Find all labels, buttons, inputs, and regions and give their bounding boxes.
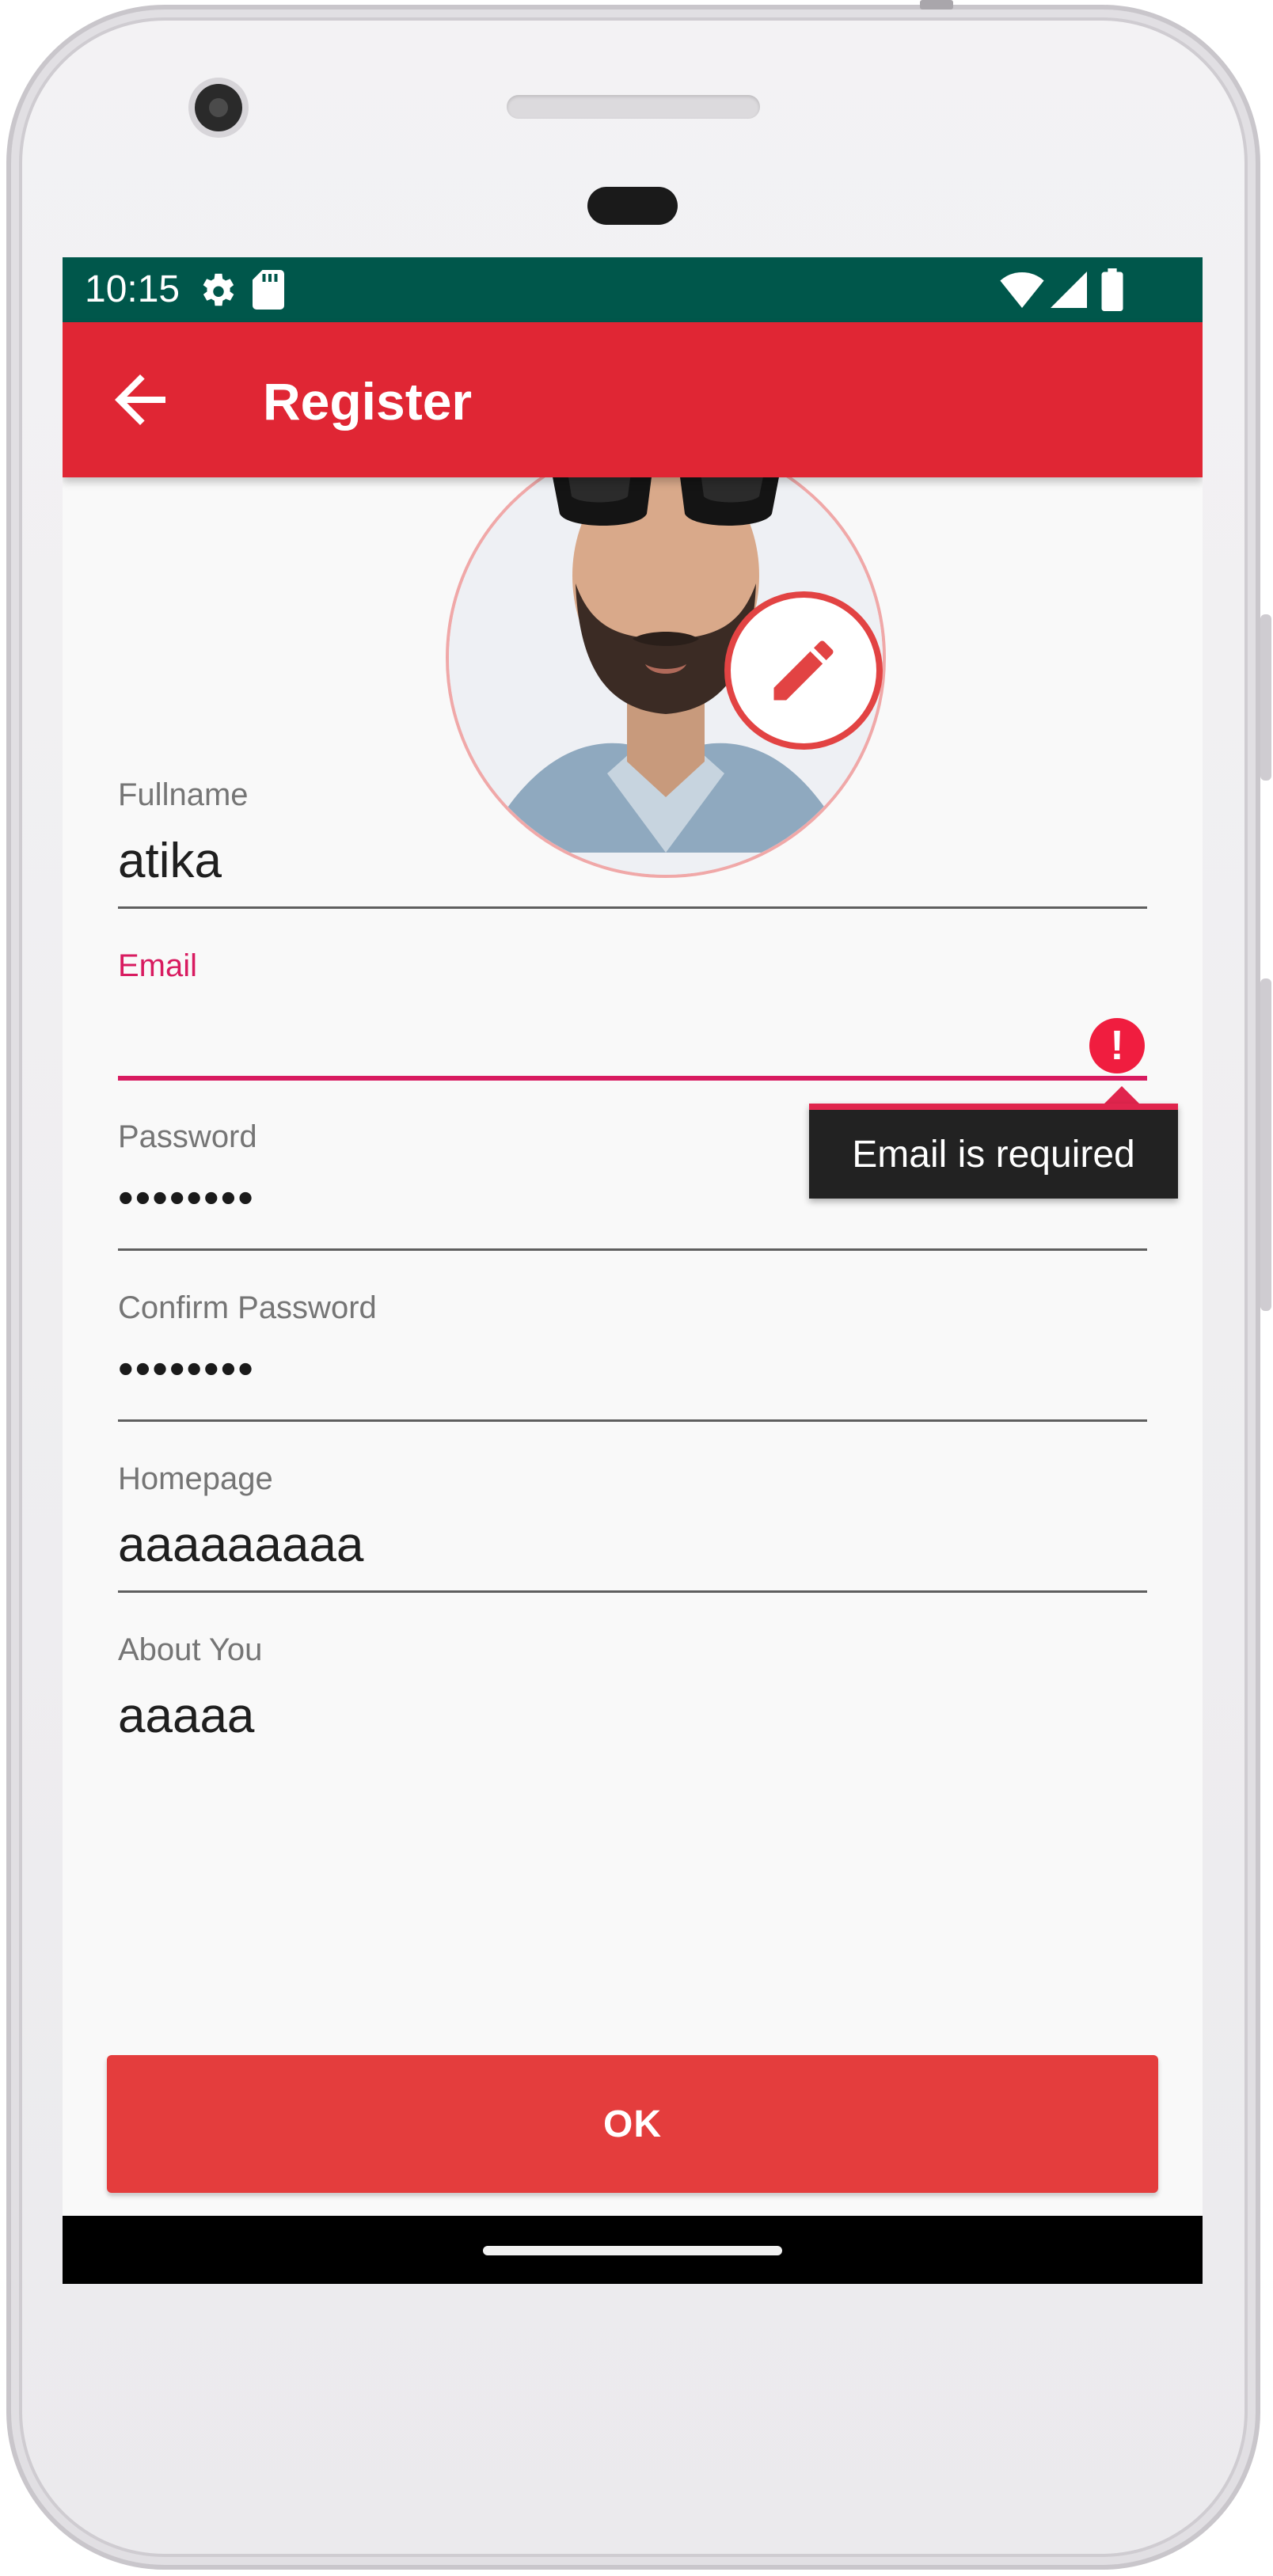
confirm-password-label: Confirm Password xyxy=(118,1290,377,1325)
power-button xyxy=(1260,978,1271,1311)
device-screen: 10:15 Register Fullname atika Email ! Em… xyxy=(63,257,1203,2284)
email-label: Email xyxy=(118,948,198,983)
back-button[interactable] xyxy=(102,362,178,438)
home-gesture-pill[interactable] xyxy=(483,2246,782,2255)
navigation-bar xyxy=(63,2216,1203,2284)
homepage-underline xyxy=(118,1590,1147,1593)
tooltip-caret xyxy=(1104,1086,1139,1104)
edit-avatar-button[interactable] xyxy=(724,591,883,750)
battery-icon xyxy=(1101,268,1123,311)
ok-button[interactable]: OK xyxy=(107,2055,1158,2193)
sd-card-icon xyxy=(253,270,284,310)
status-bar: 10:15 xyxy=(63,257,1203,322)
confirm-password-input[interactable]: •••••••• xyxy=(118,1345,1147,1392)
about-label: About You xyxy=(118,1632,263,1667)
confirm-password-underline xyxy=(118,1419,1147,1422)
settings-gear-icon xyxy=(203,273,234,306)
homepage-label: Homepage xyxy=(118,1461,273,1496)
wifi-icon xyxy=(1000,272,1044,308)
arrow-back-icon xyxy=(115,374,165,425)
app-bar: Register xyxy=(63,322,1203,477)
signal-icon xyxy=(1051,272,1087,308)
front-camera xyxy=(195,84,242,131)
fullname-input[interactable]: atika xyxy=(118,834,1147,889)
fullname-label: Fullname xyxy=(118,777,249,812)
proximity-sensor xyxy=(587,187,678,225)
email-underline xyxy=(118,1076,1147,1081)
fullname-underline xyxy=(118,906,1147,909)
pencil-icon xyxy=(773,640,834,701)
page-title: Register xyxy=(263,372,473,431)
top-edge-notch xyxy=(920,0,953,9)
password-input[interactable]: •••••••• xyxy=(118,1174,1147,1222)
status-time: 10:15 xyxy=(85,268,180,310)
earpiece-speaker xyxy=(507,95,760,119)
password-underline xyxy=(118,1248,1147,1251)
homepage-input[interactable]: aaaaaaaaa xyxy=(118,1518,1147,1573)
volume-button xyxy=(1260,614,1271,781)
email-input[interactable] xyxy=(118,1005,1076,1068)
about-input[interactable]: aaaaa xyxy=(118,1689,1147,1744)
password-label: Password xyxy=(118,1119,257,1154)
error-icon: ! xyxy=(1089,1018,1145,1073)
